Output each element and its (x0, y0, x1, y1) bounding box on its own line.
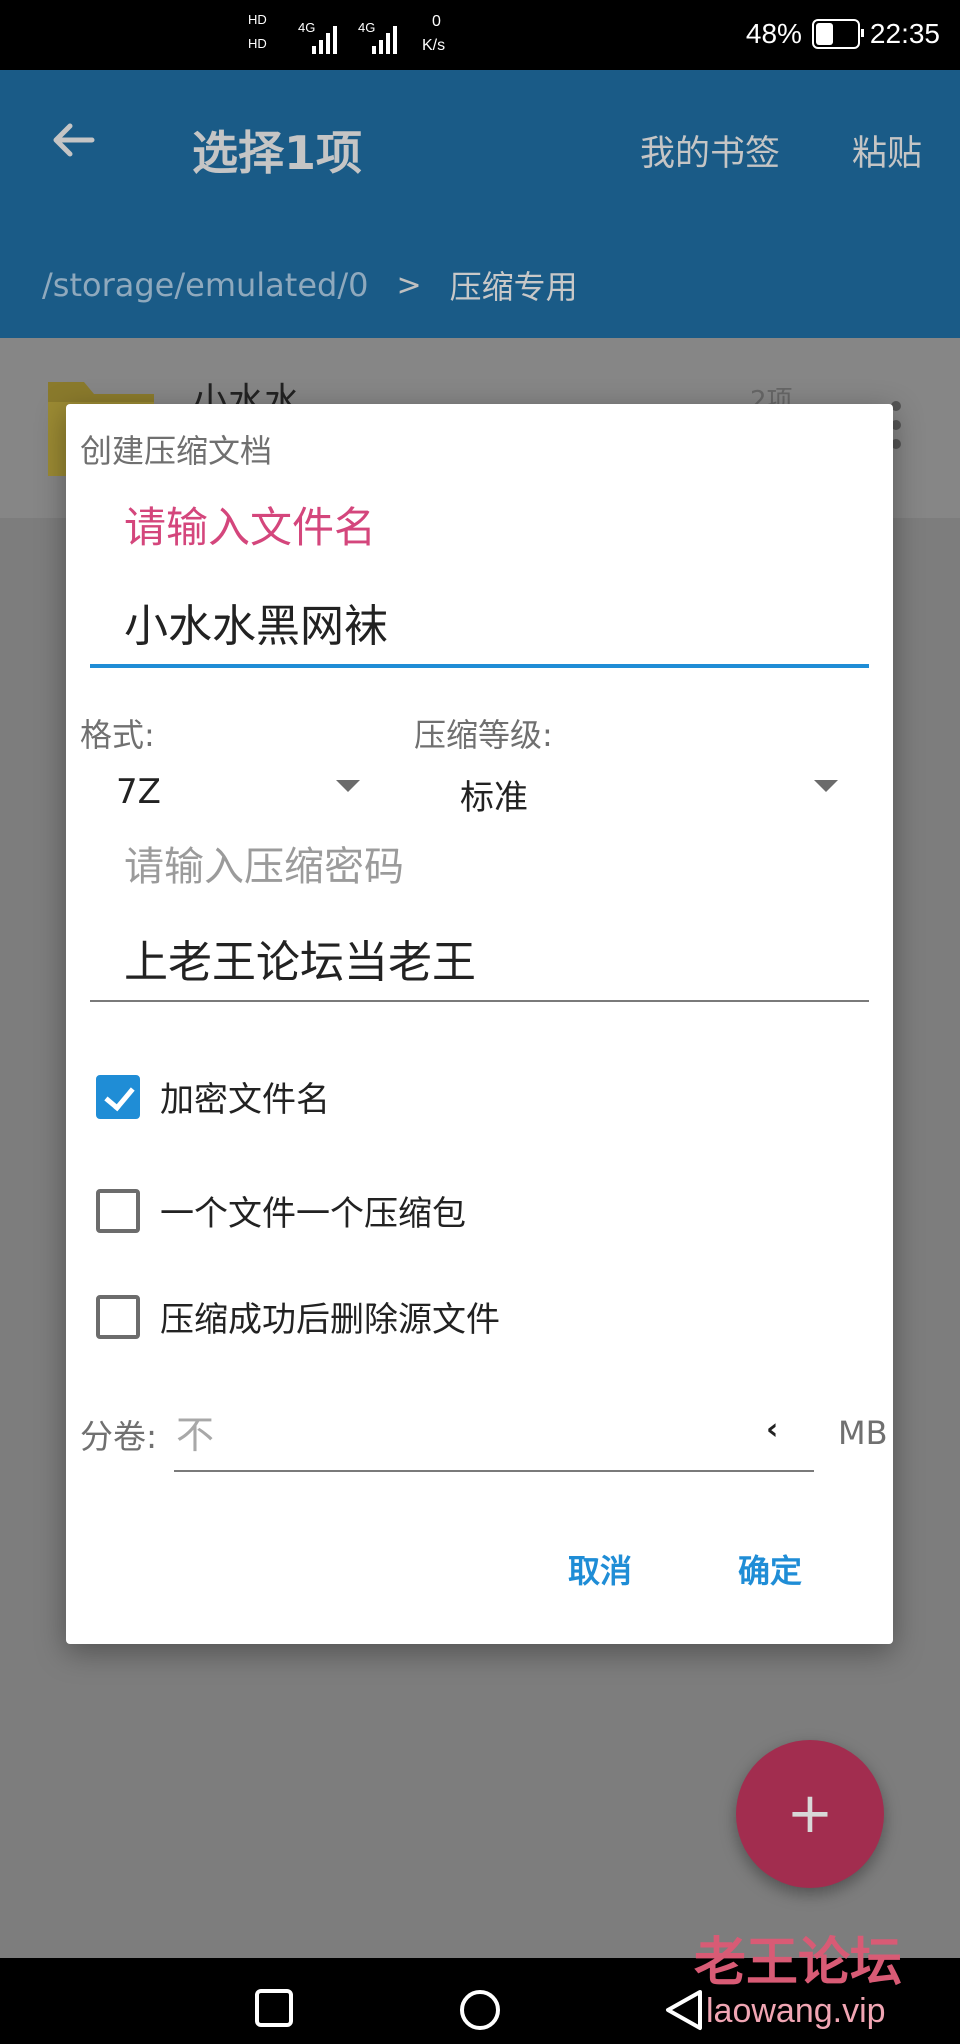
signal-bars-icon-1 (312, 26, 337, 54)
dropdown-arrow-icon[interactable] (814, 780, 838, 792)
network-speed-unit: K/s (422, 37, 446, 54)
filename-underline (90, 664, 869, 668)
battery-percent: 48% (745, 18, 802, 49)
password-label: 请输入压缩密码 (124, 844, 404, 890)
chevron-left-icon[interactable]: ‹ (766, 1412, 778, 1447)
option-delete-source[interactable]: 压缩成功后删除源文件 (96, 1292, 500, 1341)
split-volume-underline (174, 1470, 814, 1472)
bookmarks-button[interactable]: 我的书签 (640, 125, 780, 176)
clock: 22:35 (869, 18, 940, 49)
dialog-title: 创建压缩文档 (80, 432, 273, 470)
format-label: 格式: (80, 716, 155, 754)
dropdown-arrow-icon[interactable] (336, 780, 360, 792)
paste-button[interactable]: 粘贴 (852, 125, 922, 176)
signal-bars-icon-2 (372, 26, 397, 54)
breadcrumb: /storage/emulated/0 > 压缩专用 (42, 262, 578, 308)
create-archive-dialog: 创建压缩文档 请输入文件名 小水水黑网袜 格式: 7Z 压缩等级: 标准 请输入… (66, 404, 893, 1644)
app-bar: 选择1项 我的书签 粘贴 /storage/emulated/0 > 压缩专用 (0, 70, 960, 338)
option-encrypt-filenames[interactable]: 加密文件名 (96, 1072, 330, 1121)
battery-icon (811, 19, 864, 49)
compression-level-select[interactable]: 标准 (460, 770, 528, 819)
cancel-button[interactable]: 取消 (568, 1546, 632, 1592)
split-volume-label: 分卷: (80, 1417, 158, 1456)
add-fab-button[interactable]: + (736, 1740, 884, 1888)
plus-icon: + (786, 1781, 834, 1846)
option-label: 压缩成功后删除源文件 (160, 1300, 500, 1340)
confirm-button[interactable]: 确定 (738, 1546, 802, 1592)
split-volume-input[interactable]: 不 (176, 1404, 214, 1459)
watermark-logo-text: 老王论坛 (694, 1934, 903, 1992)
split-volume-unit: MB (838, 1414, 888, 1452)
checkbox[interactable] (96, 1294, 140, 1339)
password-underline (90, 1000, 869, 1002)
back-arrow-icon[interactable] (48, 115, 98, 165)
status-right: 48% 22:35 (746, 18, 940, 50)
filename-label: 请输入文件名 (124, 503, 377, 552)
filename-input[interactable]: 小水水黑网袜 (124, 590, 388, 654)
watermark-url: laowang.vip (706, 1992, 886, 2030)
page-title: 选择1项 (192, 126, 363, 180)
checkbox[interactable] (96, 1188, 140, 1233)
format-select[interactable]: 7Z (116, 772, 161, 812)
checkbox[interactable] (96, 1074, 140, 1119)
network-speed: 0 (432, 13, 441, 30)
battery-level-fill (815, 23, 833, 45)
option-one-archive-per-file[interactable]: 一个文件一个压缩包 (96, 1186, 466, 1235)
breadcrumb-separator: > (396, 267, 422, 303)
compression-level-label: 压缩等级: (414, 716, 553, 754)
option-label: 一个文件一个压缩包 (160, 1194, 466, 1234)
home-circle-icon[interactable] (458, 1988, 502, 2032)
breadcrumb-current[interactable]: 压缩专用 (450, 262, 578, 308)
option-label: 加密文件名 (160, 1080, 330, 1120)
password-input[interactable]: 上老王论坛当老王 (124, 926, 476, 990)
status-bar: HD HD 4G 4G 0 K/s 48% 22:35 (0, 0, 960, 70)
hd-badge-2: HD (248, 36, 267, 51)
recents-square-icon[interactable] (254, 1988, 294, 2028)
hd-badge-1: HD (248, 12, 267, 27)
breadcrumb-path[interactable]: /storage/emulated/0 (42, 266, 368, 304)
